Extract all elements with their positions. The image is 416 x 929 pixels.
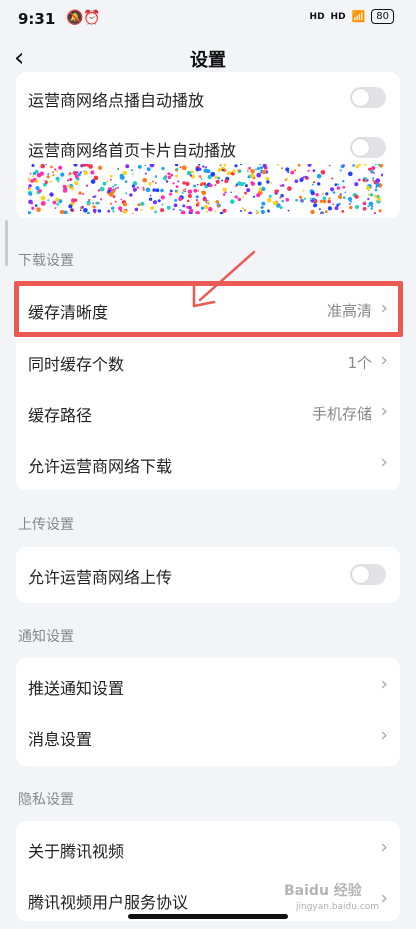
section-upload: 上传设置 <box>18 517 74 533</box>
row-label: 消息设置 <box>28 730 93 749</box>
upload-card: 允许运营商网络上传 <box>16 547 400 603</box>
chevron-right-icon: › <box>380 673 388 695</box>
section-notify: 通知设置 <box>18 629 74 645</box>
toggle-switch[interactable] <box>350 564 386 585</box>
chevron-right-icon: › <box>380 724 388 746</box>
row-label: 腾讯视频用户服务协议 <box>28 893 189 912</box>
watermark-logo: Baidu 经验 <box>284 883 362 899</box>
row-about-tencent-video[interactable]: 关于腾讯视频 › <box>16 823 400 875</box>
home-indicator[interactable] <box>128 914 288 919</box>
chevron-right-icon: › <box>380 887 388 909</box>
section-privacy: 隐私设置 <box>18 792 74 808</box>
row-operator-upload[interactable]: 允许运营商网络上传 <box>16 549 400 601</box>
row-push-settings[interactable]: 推送通知设置 › <box>16 660 400 712</box>
row-label: 推送通知设置 <box>28 679 125 698</box>
row-label: 关于腾讯视频 <box>28 842 125 861</box>
row-label: 允许运营商网络上传 <box>28 568 173 587</box>
watermark-url: jingyan.baidu.com <box>296 902 380 912</box>
chevron-right-icon: › <box>380 836 388 858</box>
row-message-settings[interactable]: 消息设置 › <box>16 711 400 763</box>
notify-card: 推送通知设置 › 消息设置 › <box>16 658 400 766</box>
